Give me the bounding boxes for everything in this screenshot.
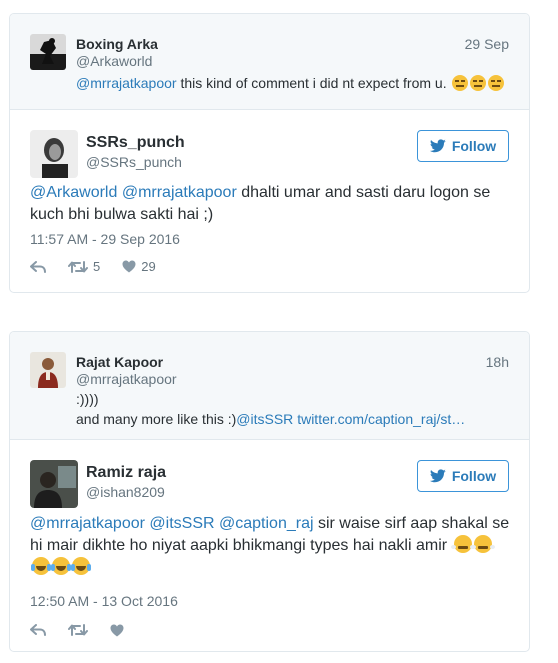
expressionless-emoji [452, 75, 469, 91]
tweet-actions: 5 29 [30, 259, 178, 274]
mention-link[interactable]: @Arkaworld [30, 184, 117, 201]
like-count: 29 [141, 259, 156, 274]
mention-link[interactable]: @mrrajatkapoor [122, 184, 237, 201]
quoted-tweet[interactable]: Rajat Kapoor @mrrajatkapoor 18h :)))) an… [10, 332, 529, 440]
triumph-emoji [450, 535, 475, 553]
quoted-text-line: and many more like this :)@itsSSR twitte… [76, 410, 465, 428]
like-button[interactable]: 29 [122, 259, 156, 274]
heart-icon [122, 260, 136, 273]
heart-icon [110, 624, 124, 636]
quoted-author-name[interactable]: Boxing Arka [76, 36, 158, 52]
avatar[interactable] [30, 34, 66, 70]
tweet-text: @mrrajatkapoor @itsSSR @caption_raj sir … [30, 513, 511, 579]
author-name[interactable]: Ramiz raja [86, 464, 166, 482]
url-link[interactable]: twitter.com/caption_raj/st… [297, 411, 465, 427]
author-name[interactable]: SSRs_punch [86, 134, 185, 152]
reply-tweet: SSRs_punch @SSRs_punch Follow @Arkaworld… [10, 110, 529, 292]
reply-button[interactable] [30, 260, 46, 273]
quoted-text-body: and many more like this :) [76, 411, 237, 427]
triumph-emoji [470, 535, 495, 553]
tweet-card: Boxing Arka @Arkaworld 29 Sep @mrrajatka… [9, 13, 530, 293]
follow-label: Follow [451, 468, 497, 484]
retweet-count: 5 [93, 259, 101, 274]
mention-link[interactable]: @mrrajatkapoor [30, 515, 145, 532]
quoted-tweet-text: @mrrajatkapoor this kind of comment i di… [76, 74, 505, 92]
like-button[interactable] [110, 624, 124, 637]
expressionless-emoji [488, 75, 505, 91]
mention-link[interactable]: @itsSSR [149, 515, 214, 532]
joy-emoji [31, 557, 51, 575]
follow-button[interactable]: Follow [417, 460, 509, 492]
retweet-icon [68, 260, 88, 273]
expressionless-emoji [470, 75, 487, 91]
avatar[interactable] [30, 460, 78, 508]
author-handle[interactable]: @SSRs_punch [86, 154, 182, 170]
twitter-bird-icon [429, 469, 446, 483]
avatar[interactable] [30, 130, 78, 178]
quoted-timestamp[interactable]: 29 Sep [465, 36, 509, 52]
avatar[interactable] [30, 352, 66, 388]
retweet-icon [68, 624, 88, 636]
quoted-author-handle[interactable]: @mrrajatkapoor [76, 371, 177, 387]
author-handle[interactable]: @ishan8209 [86, 484, 165, 500]
tweet-text: @Arkaworld @mrrajatkapoor dhalti umar an… [30, 182, 511, 226]
tweet-timestamp[interactable]: 11:57 AM - 29 Sep 2016 [30, 231, 180, 247]
tweet-card: Rajat Kapoor @mrrajatkapoor 18h :)))) an… [9, 331, 530, 652]
joy-emoji [71, 557, 91, 575]
reply-button[interactable] [30, 624, 46, 636]
follow-button[interactable]: Follow [417, 130, 509, 162]
quoted-text-line: :)))) [76, 391, 99, 407]
twitter-bird-icon [429, 139, 446, 153]
quoted-timestamp[interactable]: 18h [486, 354, 509, 370]
tweet-timestamp[interactable]: 12:50 AM - 13 Oct 2016 [30, 593, 178, 609]
reply-icon [30, 260, 46, 273]
quoted-author-handle[interactable]: @Arkaworld [76, 53, 152, 69]
quoted-tweet[interactable]: Boxing Arka @Arkaworld 29 Sep @mrrajatka… [10, 14, 529, 110]
mention-link[interactable]: @caption_raj [219, 515, 314, 532]
quoted-text-body: this kind of comment i did nt expect fro… [176, 75, 447, 91]
joy-emoji [51, 557, 71, 575]
mention-link[interactable]: @mrrajatkapoor [76, 75, 177, 91]
reply-icon [30, 624, 46, 636]
tweet-actions [30, 623, 146, 637]
retweet-button[interactable] [68, 623, 88, 637]
quoted-author-name[interactable]: Rajat Kapoor [76, 354, 163, 370]
reply-tweet: Ramiz raja @ishan8209 Follow @mrrajatkap… [10, 440, 529, 651]
follow-label: Follow [451, 138, 497, 154]
mention-link[interactable]: @itsSSR [236, 411, 293, 427]
retweet-button[interactable]: 5 [68, 259, 100, 274]
